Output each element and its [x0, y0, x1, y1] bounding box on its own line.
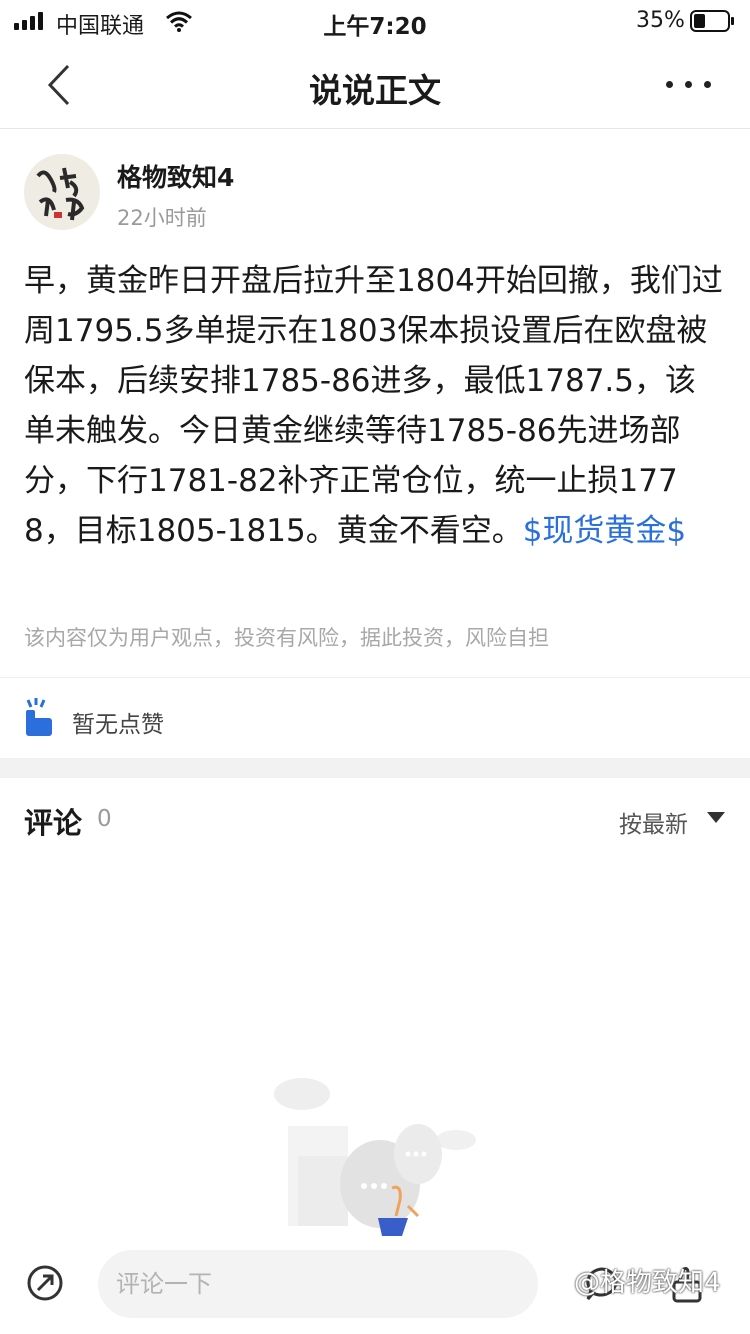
divider — [0, 677, 750, 678]
calligraphy-avatar-image — [36, 167, 85, 221]
sort-dropdown[interactable]: 按最新 — [619, 805, 688, 839]
risk-disclaimer: 该内容仅为用户观点，投资有风险，据此投资，风险自担 — [24, 626, 549, 650]
battery-icon — [690, 10, 734, 32]
likes-status: 暂无点赞 — [72, 712, 164, 738]
page-title: 说说正文 — [309, 71, 441, 110]
caret-down-icon[interactable] — [707, 812, 725, 823]
watermark-text: @格物致知4 — [574, 1268, 721, 1298]
post-body-text: 早，黄金昨日开盘后拉升至1804开始回撤，我们过周1795.5多单提示在1803… — [24, 263, 723, 549]
more-dots-icon[interactable] — [660, 70, 716, 98]
status-bar: 中国联通 上午7:20 35% — [0, 0, 750, 42]
comments-count: 0 — [97, 806, 112, 832]
comment-input[interactable] — [98, 1250, 538, 1318]
comments-heading: 评论 — [24, 806, 83, 840]
stock-tag-link[interactable]: $现货黄金$ — [523, 513, 686, 549]
post-body: 早，黄金昨日开盘后拉升至1804开始回撤，我们过周1795.5多单提示在1803… — [24, 256, 726, 556]
share-icon[interactable] — [26, 1264, 64, 1302]
empty-comments-illustration — [274, 1078, 476, 1236]
post-timestamp: 22小时前 — [117, 206, 207, 230]
battery-percent: 35% — [636, 8, 685, 33]
avatar[interactable] — [24, 154, 100, 230]
thumbs-up-icon[interactable] — [22, 698, 56, 738]
section-separator — [0, 758, 750, 778]
author-name[interactable]: 格物致知4 — [117, 158, 234, 194]
nav-bar: 说说正文 — [0, 42, 750, 129]
